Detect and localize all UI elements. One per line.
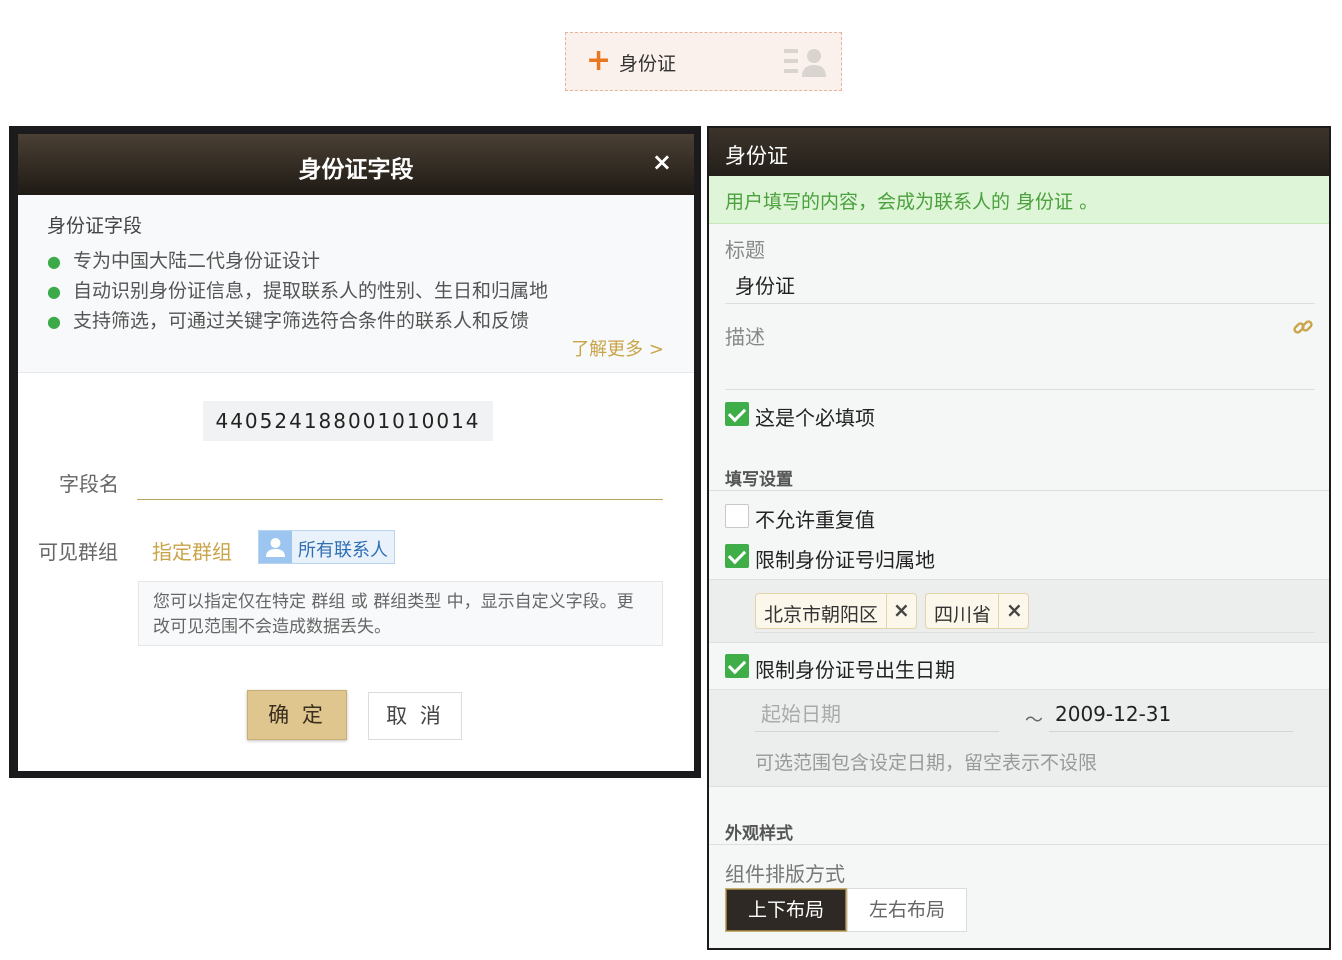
- bullet-icon: ●: [47, 312, 61, 331]
- field-name-input[interactable]: [137, 464, 663, 500]
- plus-icon: +: [586, 43, 612, 78]
- start-date-input[interactable]: [755, 696, 999, 732]
- no-duplicate-label: 不允许重复值: [755, 508, 875, 532]
- layout-label: 组件排版方式: [725, 862, 845, 886]
- feature-item: ● 专为中国大陆二代身份证设计: [47, 246, 320, 273]
- title-value[interactable]: 身份证: [735, 270, 795, 299]
- region-tags-area: 北京市朝阳区 × 四川省 ×: [709, 579, 1329, 643]
- layout-vertical-button[interactable]: 上下布局: [725, 888, 847, 932]
- feature-item: ● 支持筛选，可通过关键字筛选符合条件的联系人和反馈: [47, 306, 529, 333]
- restrict-birth-label: 限制身份证号出生日期: [755, 658, 955, 682]
- date-separator: ～: [1025, 710, 1043, 731]
- dialog-header: 身份证字段 ×: [18, 134, 694, 195]
- date-range-hint: 可选范围包含设定日期，留空表示不设限: [755, 752, 1098, 774]
- remove-tag-icon[interactable]: ×: [893, 598, 910, 622]
- id-card-field-chip[interactable]: + 身份证: [565, 32, 842, 91]
- divider: [725, 389, 1315, 390]
- divider: [755, 632, 1315, 633]
- id-card-field-dialog: 身份证字段 × 身份证字段 ● 专为中国大陆二代身份证设计 ● 自动识别身份证信息，…: [18, 134, 694, 771]
- divider: [709, 490, 1329, 491]
- visibility-hint: 您可以指定仅在特定 群组 或 群组类型 中，显示自定义字段。更改可见范围不会造成…: [138, 581, 663, 646]
- title-label: 标题: [725, 238, 765, 262]
- notice-text: 用户填写的内容，会成为联系人的 身份证 。: [725, 191, 1099, 213]
- description-label: 描述: [725, 325, 765, 349]
- required-checkbox[interactable]: [725, 402, 749, 426]
- id-card-icon: [784, 49, 826, 77]
- notice-banner: 用户填写的内容，会成为联系人的 身份证 。: [709, 176, 1329, 224]
- field-settings-panel: 身份证 用户填写的内容，会成为联系人的 身份证 。 标题 身份证 描述 这是个必…: [707, 126, 1331, 950]
- assign-group-link[interactable]: 指定群组: [152, 536, 232, 565]
- restrict-region-checkbox[interactable]: [725, 544, 749, 568]
- region-tag-label: 四川省: [934, 604, 992, 626]
- divider: [709, 844, 1329, 845]
- info-section: 身份证字段 ● 专为中国大陆二代身份证设计 ● 自动识别身份证信息，提取联系人的性别…: [18, 195, 694, 373]
- end-date-input[interactable]: [1049, 696, 1293, 732]
- feature-text: 自动识别身份证信息，提取联系人的性别、生日和归属地: [72, 280, 548, 302]
- visible-group-label: 可见群组: [38, 540, 118, 564]
- region-tag: 四川省 ×: [925, 593, 1029, 629]
- dialog-title: 身份证字段: [298, 157, 414, 183]
- confirm-button[interactable]: 确 定: [247, 690, 347, 740]
- user-icon: [259, 531, 292, 563]
- restrict-birth-checkbox[interactable]: [725, 654, 749, 678]
- no-duplicate-checkbox[interactable]: [725, 504, 749, 528]
- layout-horizontal-button[interactable]: 左右布局: [847, 888, 967, 932]
- learn-more-link[interactable]: 了解更多 >: [571, 335, 664, 361]
- tag-separator: [886, 594, 887, 628]
- appearance-heading: 外观样式: [725, 824, 793, 844]
- bullet-icon: ●: [47, 252, 61, 271]
- bullet-icon: ●: [47, 282, 61, 301]
- all-contacts-tag[interactable]: 所有联系人: [258, 530, 395, 564]
- chip-label: 身份证: [619, 53, 677, 75]
- restrict-region-label: 限制身份证号归属地: [755, 548, 935, 572]
- panel-header: 身份证: [709, 128, 1329, 176]
- remove-tag-icon[interactable]: ×: [1006, 598, 1023, 622]
- tag-separator: [998, 594, 999, 628]
- feature-text: 专为中国大陆二代身份证设计: [72, 250, 320, 272]
- panel-title: 身份证: [725, 144, 788, 168]
- info-title: 身份证字段: [47, 215, 143, 237]
- region-tag: 北京市朝阳区 ×: [755, 593, 917, 629]
- field-name-label: 字段名: [59, 472, 119, 496]
- close-icon[interactable]: ×: [652, 148, 672, 176]
- cancel-button[interactable]: 取 消: [368, 692, 462, 740]
- required-label: 这是个必填项: [755, 406, 875, 430]
- feature-item: ● 自动识别身份证信息，提取联系人的性别、生日和归属地: [47, 276, 548, 303]
- feature-text: 支持筛选，可通过关键字筛选符合条件的联系人和反馈: [72, 310, 529, 332]
- fill-settings-heading: 填写设置: [725, 470, 793, 490]
- region-tag-label: 北京市朝阳区: [764, 604, 879, 626]
- sample-id-number: 440524188001010014: [203, 401, 493, 441]
- all-contacts-label: 所有联系人: [298, 540, 388, 561]
- link-icon[interactable]: [1292, 316, 1314, 338]
- birth-date-area: ～ 可选范围包含设定日期，留空表示不设限: [709, 689, 1329, 787]
- divider: [725, 303, 1315, 304]
